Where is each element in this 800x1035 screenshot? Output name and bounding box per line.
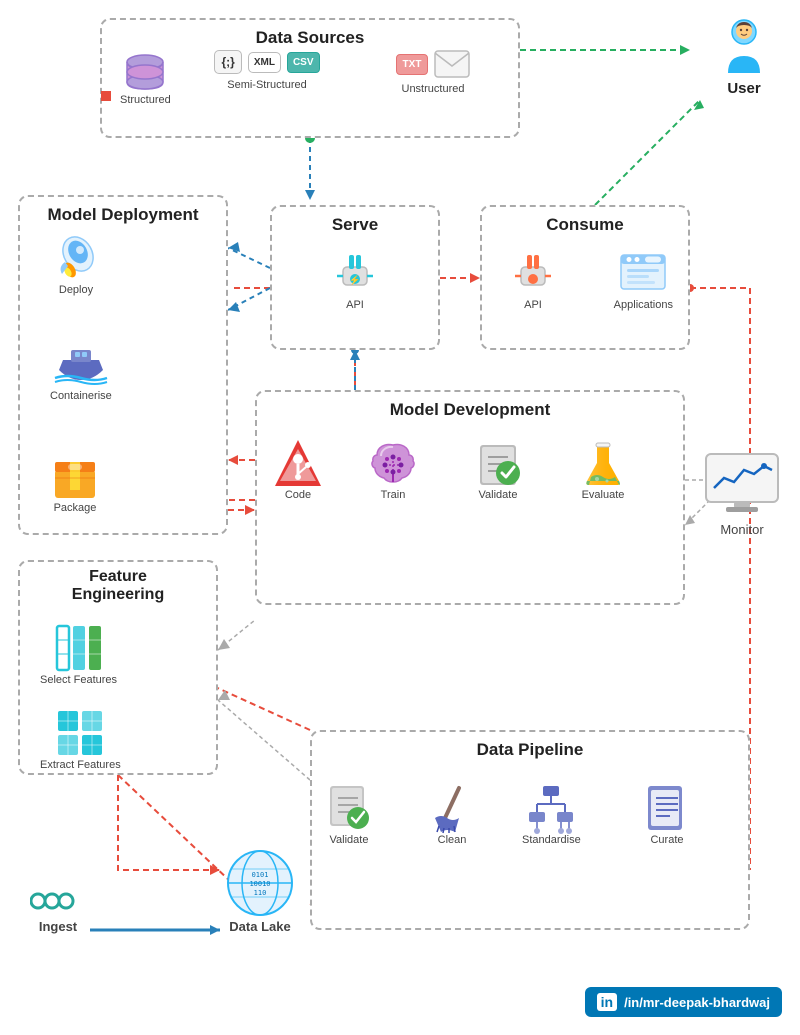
linkedin-badge[interactable]: in /in/mr-deepak-bhardwaj — [585, 987, 782, 1017]
diagram-container: Data Sources Structured {;} XML CSV Semi… — [0, 0, 800, 1035]
svg-text:110: 110 — [254, 889, 267, 897]
semi-structured-wrap: {;} XML CSV Semi-Structured — [202, 50, 332, 92]
structured-icon-wrap: Structured — [120, 50, 171, 107]
structured-label: Structured — [120, 94, 171, 107]
semi-structured-label: Semi-Structured — [227, 79, 306, 92]
data-lake-box: 0101 10010 110 Data Lake — [220, 847, 300, 935]
extract-features-icon — [54, 707, 106, 759]
red-dot-left — [101, 91, 111, 101]
consume-api-icon — [507, 247, 559, 299]
structured-icon — [123, 50, 167, 94]
envelope-icon — [434, 50, 470, 78]
evaluate-wrap: Evaluate — [577, 437, 629, 502]
serve-title: Serve — [272, 215, 438, 235]
train-label: Train — [381, 489, 406, 502]
deploy-wrap: Deploy — [50, 232, 102, 297]
monitor-box: Monitor — [702, 450, 782, 538]
brain-icon — [367, 437, 419, 489]
ingest-icon — [30, 883, 86, 919]
ship-icon — [53, 342, 109, 390]
evaluate-label: Evaluate — [582, 489, 625, 502]
code-wrap: Code — [272, 437, 324, 502]
monitor-icon — [702, 450, 782, 520]
dp-standardise-label: Standardise — [522, 834, 581, 847]
curate-icon — [642, 782, 692, 834]
git-icon — [272, 437, 324, 489]
standardise-icon — [525, 782, 577, 834]
dp-validate-wrap: Validate — [324, 782, 374, 847]
unstructured-label: Unstructured — [402, 83, 465, 96]
select-features-icon — [53, 622, 105, 674]
monitor-label: Monitor — [720, 522, 763, 538]
extract-features-label: Extract Features — [40, 759, 121, 772]
data-lake-label: Data Lake — [229, 919, 290, 935]
unstructured-wrap: TXT Unstructured — [378, 50, 488, 96]
data-lake-icon: 0101 10010 110 — [220, 847, 300, 919]
user-label: User — [727, 80, 760, 97]
linkedin-in-logo: in — [597, 993, 617, 1011]
validate-icon — [472, 437, 524, 489]
linkedin-text: /in/mr-deepak-bhardwaj — [624, 995, 770, 1010]
dp-validate-icon — [324, 782, 374, 834]
model-dev-box: Model Development Code — [255, 390, 685, 605]
user-icon — [718, 18, 770, 78]
ingest-box: Ingest — [30, 883, 86, 935]
consume-box: Consume API — [480, 205, 690, 350]
dp-validate-label: Validate — [330, 834, 369, 847]
validate-wrap: Validate — [472, 437, 524, 502]
data-sources-box: Data Sources Structured {;} XML CSV Semi… — [100, 18, 520, 138]
deploy-label: Deploy — [59, 284, 93, 297]
feature-eng-box: FeatureEngineering Select Features — [18, 560, 218, 775]
ingest-label: Ingest — [39, 919, 77, 935]
model-deployment-title: Model Deployment — [20, 205, 226, 225]
model-dev-title: Model Development — [257, 400, 683, 420]
dp-curate-wrap: Curate — [642, 782, 692, 847]
svg-text:⚡: ⚡ — [349, 274, 360, 286]
consume-api-label: API — [524, 299, 542, 312]
train-wrap: Train — [367, 437, 419, 502]
svg-text:10010: 10010 — [249, 880, 270, 888]
data-sources-title: Data Sources — [102, 28, 518, 48]
select-features-label: Select Features — [40, 674, 117, 687]
consume-apps-icon — [617, 247, 669, 299]
deploy-rocket-icon — [50, 232, 102, 284]
broom-icon — [427, 782, 477, 834]
consume-apps-label: Applications — [614, 299, 673, 312]
consume-apps-wrap: Applications — [614, 247, 673, 312]
serve-api-label: API — [346, 299, 364, 312]
svg-text:0101: 0101 — [252, 871, 269, 879]
consume-title: Consume — [482, 215, 688, 235]
validate-label: Validate — [479, 489, 518, 502]
data-pipeline-box: Data Pipeline Validate — [310, 730, 750, 930]
dp-curate-label: Curate — [650, 834, 683, 847]
data-pipeline-title: Data Pipeline — [312, 740, 748, 760]
serve-box: Serve ⚡ API — [270, 205, 440, 350]
containerise-label: Containerise — [50, 390, 112, 403]
dp-standardise-wrap: Standardise — [522, 782, 581, 847]
code-label: Code — [285, 489, 311, 502]
serve-api-icon: ⚡ — [329, 247, 381, 299]
extract-features-wrap: Extract Features — [40, 707, 121, 772]
dp-clean-wrap: Clean — [427, 782, 477, 847]
package-wrap: Package — [50, 452, 100, 515]
feature-eng-title: FeatureEngineering — [20, 568, 216, 604]
containerise-wrap: Containerise — [50, 342, 112, 403]
dp-clean-label: Clean — [438, 834, 467, 847]
model-deployment-box: Model Deployment Deploy — [18, 195, 228, 535]
package-label: Package — [54, 502, 97, 515]
consume-api-wrap: API — [507, 247, 559, 312]
select-features-wrap: Select Features — [40, 622, 117, 687]
user-box: User — [718, 18, 770, 97]
package-icon — [50, 452, 100, 502]
flask-icon — [577, 437, 629, 489]
serve-api-wrap: ⚡ API — [329, 247, 381, 312]
